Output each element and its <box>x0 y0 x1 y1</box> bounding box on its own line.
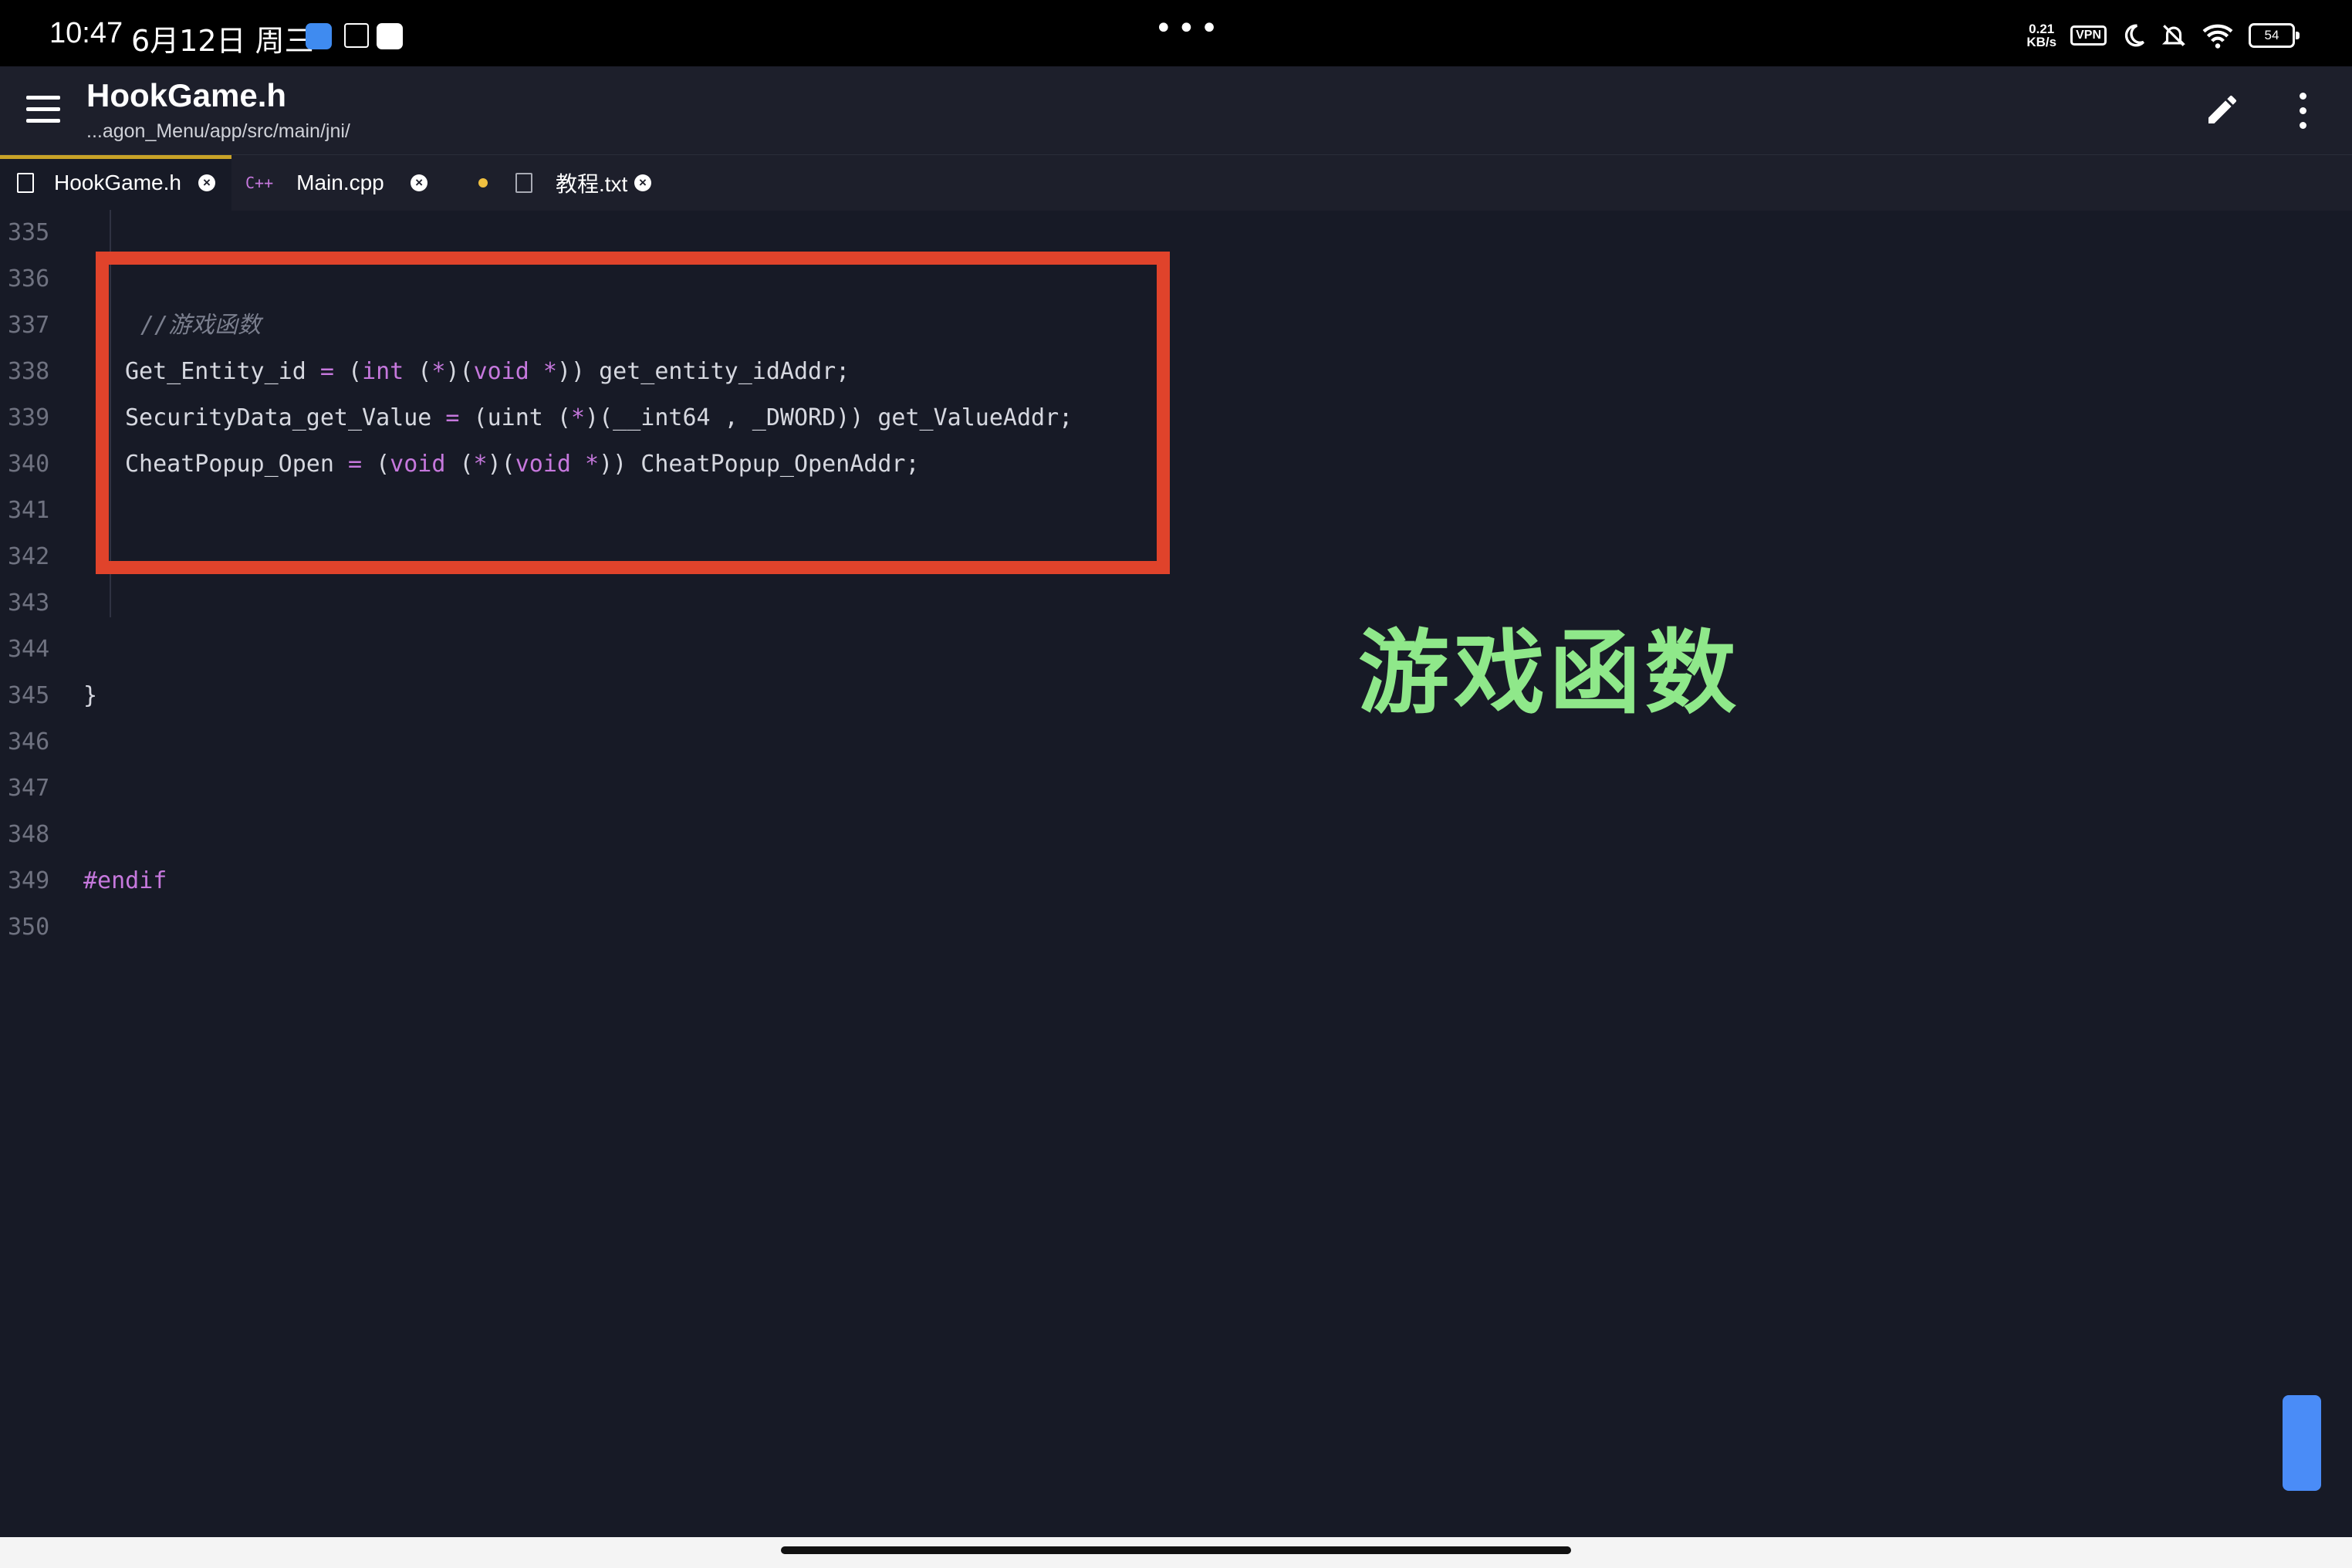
status-date: 6月12日 周三 <box>131 24 314 58</box>
code-line: 348 <box>0 812 2315 858</box>
annotation-label: 游戏函数 <box>1358 620 1742 726</box>
code-line: 347 <box>0 765 2315 812</box>
tab-hookgame-h[interactable]: HookGame.h × <box>0 155 231 211</box>
hamburger-menu-icon[interactable] <box>26 96 60 123</box>
code-line: 345 } <box>0 673 2315 719</box>
vpn-icon: VPN <box>2070 25 2107 46</box>
code-line: 350 <box>0 904 2315 951</box>
mail-notification-icon <box>377 23 403 49</box>
wifi-icon <box>2202 24 2233 49</box>
tab-bar: HookGame.h × C++ Main.cpp × 教程.txt × <box>0 154 2352 211</box>
active-tab-indicator <box>0 155 231 159</box>
line-number: 345 <box>8 682 50 709</box>
tab-tutorial-txt[interactable]: 教程.txt × <box>478 155 687 211</box>
line-number: 338 <box>8 358 50 385</box>
tab-close-icon[interactable]: × <box>411 174 428 191</box>
file-title: HookGame.h <box>86 77 287 113</box>
more-vert-icon[interactable] <box>2298 93 2307 130</box>
code-line: 346 <box>0 719 2315 765</box>
line-number: 339 <box>8 404 50 431</box>
line-number: 336 <box>8 265 50 292</box>
red-highlight-box <box>96 252 1170 574</box>
pencil-edit-icon[interactable] <box>2204 91 2241 128</box>
line-number: 343 <box>8 590 50 617</box>
code-line: 349 #endif <box>0 858 2315 904</box>
app-notification-icon <box>306 23 332 49</box>
moon-icon <box>2124 24 2145 47</box>
fast-scroll-handle[interactable] <box>2283 1395 2321 1491</box>
code-preprocessor: #endif <box>83 867 167 894</box>
tab-close-icon[interactable]: × <box>634 174 651 191</box>
status-bar: 10:47 6月12日 周三 ••• 0.21 KB/s VPN 54 <box>0 0 2352 66</box>
cpp-file-icon: C++ <box>245 174 274 192</box>
file-path: ...agon_Menu/app/src/main/jni/ <box>86 120 350 142</box>
code-line: 343 <box>0 580 2315 627</box>
status-time: 10:47 <box>49 17 123 49</box>
scan-notification-icon <box>344 23 369 48</box>
line-number: 349 <box>8 867 50 894</box>
navigation-bar <box>0 1537 2352 1568</box>
line-number: 350 <box>8 914 50 941</box>
line-number: 346 <box>8 728 50 755</box>
tab-label: Main.cpp <box>296 171 384 194</box>
code-line: 344 <box>0 627 2315 673</box>
tab-label: 教程.txt <box>556 172 628 196</box>
app-bar: HookGame.h ...agon_Menu/app/src/main/jni… <box>0 66 2352 154</box>
file-icon <box>17 173 34 193</box>
text-file-icon <box>515 173 532 193</box>
bell-muted-icon <box>2161 25 2186 46</box>
status-right-icons: 0.21 KB/s VPN 54 <box>2026 20 2300 51</box>
home-indicator[interactable] <box>781 1546 1571 1554</box>
battery-icon: 54 <box>2249 23 2300 48</box>
line-number: 348 <box>8 821 50 848</box>
code-text: } <box>83 682 98 709</box>
line-number: 341 <box>8 497 50 524</box>
network-speed: 0.21 KB/s <box>2026 22 2057 49</box>
tab-main-cpp[interactable]: C++ Main.cpp × <box>245 155 455 211</box>
unsaved-dot-icon <box>478 178 488 188</box>
line-number: 335 <box>8 219 50 246</box>
line-number: 340 <box>8 451 50 478</box>
line-number: 337 <box>8 312 50 339</box>
line-number: 347 <box>8 775 50 802</box>
status-more-dots[interactable]: ••• <box>1154 11 1223 46</box>
code-line: 335 <box>0 210 2315 256</box>
tab-close-icon[interactable]: × <box>198 174 215 191</box>
tab-label: HookGame.h <box>54 171 181 194</box>
line-number: 344 <box>8 636 50 663</box>
line-number: 342 <box>8 543 50 570</box>
